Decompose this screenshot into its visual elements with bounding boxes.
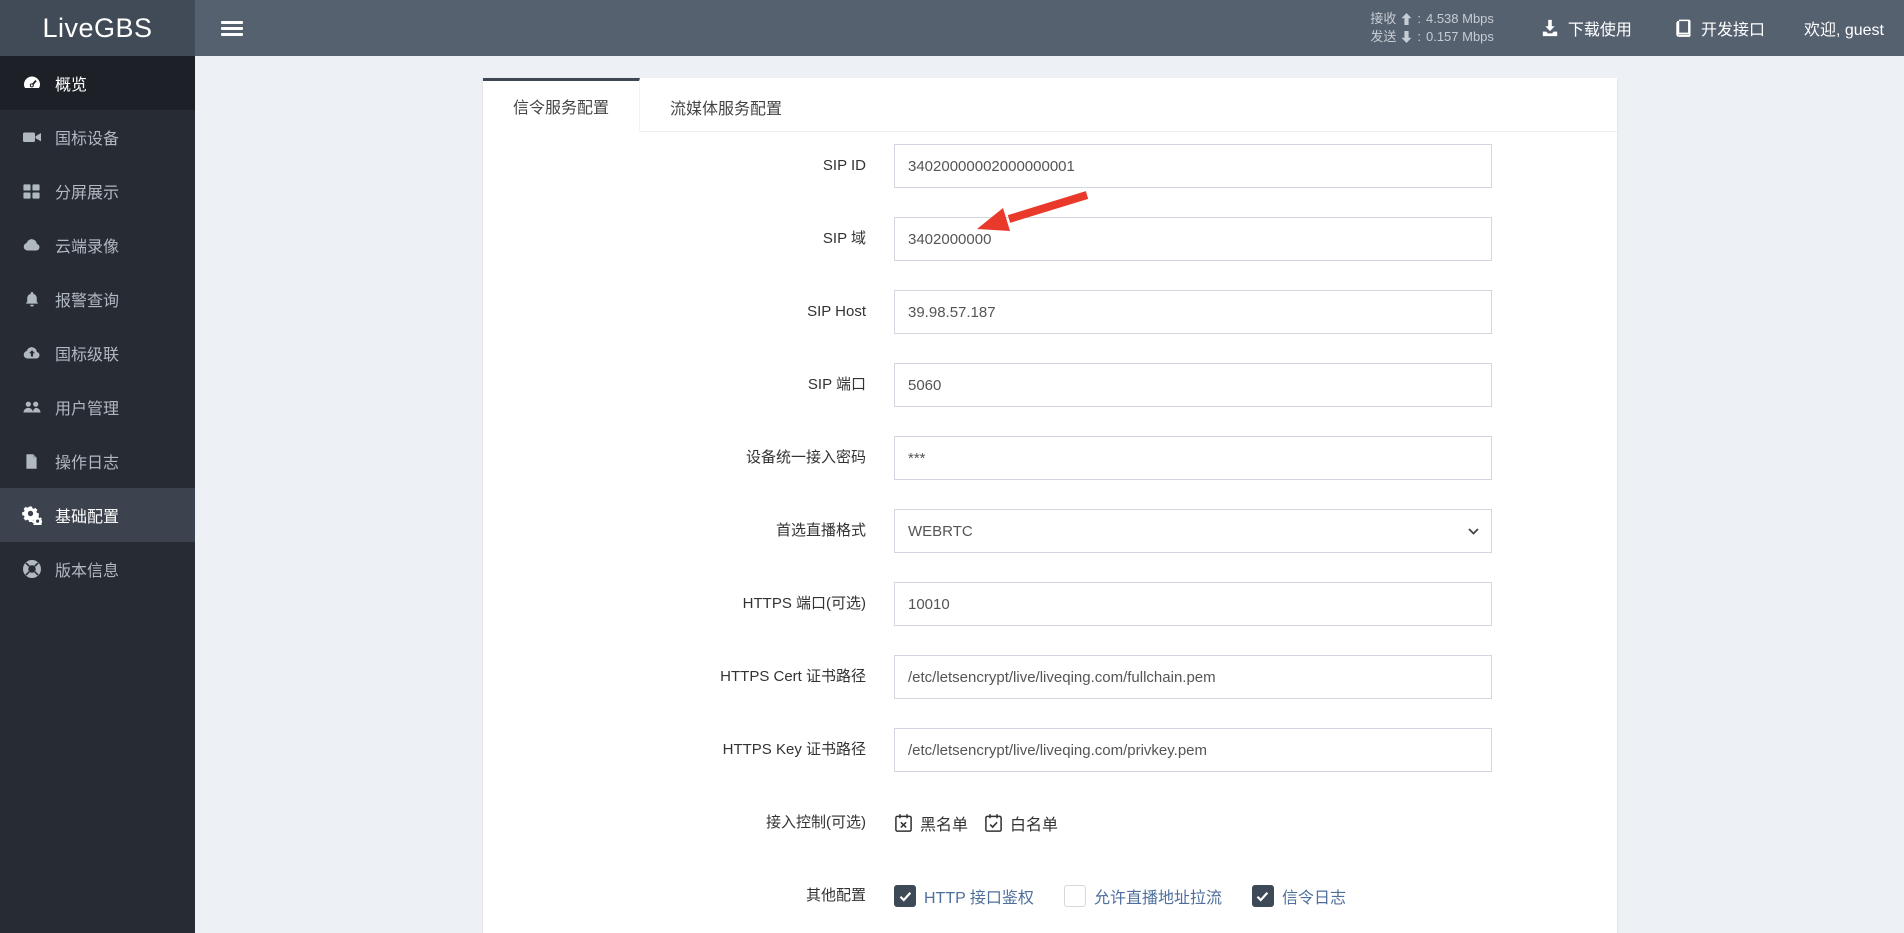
cloud-icon (21, 235, 42, 256)
sip-host-label: SIP Host (807, 303, 866, 320)
sidebar-item-version-info[interactable]: 版本信息 (0, 542, 195, 596)
bell-icon (21, 289, 42, 310)
api-docs-link[interactable]: 开发接口 (1653, 0, 1786, 56)
allow-pull-checkbox[interactable] (1063, 885, 1086, 907)
book-icon (1676, 19, 1691, 37)
bandwidth-stats: 接收 : 4.538 Mbps 发送 : 0.157 Mbps (1370, 11, 1494, 44)
signaling-log-checkbox[interactable] (1251, 885, 1274, 907)
sidebar-item-user-management[interactable]: 用户管理 (0, 380, 195, 434)
https-cert-label: HTTPS Cert 证书路径 (720, 668, 866, 685)
cloud-upload-icon (21, 343, 42, 364)
check-icon (1257, 891, 1269, 902)
calendar-times-icon (895, 814, 912, 832)
arrow-down-icon (1401, 31, 1412, 43)
tab-streaming-config[interactable]: 流媒体服务配置 (640, 78, 812, 132)
recv-label: 接收 (1370, 11, 1397, 26)
https-port-input[interactable] (894, 582, 1492, 626)
device-password-input[interactable] (894, 436, 1492, 480)
sidebar-item-cloud-recording[interactable]: 云端录像 (0, 218, 195, 272)
sip-host-input[interactable] (894, 290, 1492, 334)
https-key-label: HTTPS Key 证书路径 (722, 741, 866, 758)
signaling-log-checkbox-group[interactable]: 信令日志 (1251, 884, 1346, 908)
tab-bar: 信令服务配置 流媒体服务配置 (483, 78, 1617, 132)
dashboard-icon (21, 73, 42, 94)
tab-signaling-config[interactable]: 信令服务配置 (483, 78, 641, 132)
send-label: 发送 (1370, 29, 1397, 44)
http-auth-checkbox-group[interactable]: HTTP 接口鉴权 (894, 884, 1034, 908)
http-auth-checkbox[interactable] (894, 885, 916, 907)
send-value: 0.157 Mbps (1425, 29, 1494, 44)
sidebar-nav: 概览 国标设备 分屏展示 云端录像 报警查询 国标级联 用户管理 操作日志 基础… (0, 56, 195, 933)
download-icon (1542, 19, 1558, 37)
sip-domain-input[interactable] (894, 217, 1492, 261)
sidebar-item-basic-config[interactable]: 基础配置 (0, 488, 195, 542)
preferred-format-select[interactable]: WEBRTC (894, 509, 1492, 553)
preferred-format-label: 首选直播格式 (775, 522, 866, 539)
life-ring-icon (21, 559, 42, 580)
hamburger-icon (221, 18, 243, 39)
recv-value: 4.538 Mbps (1425, 11, 1494, 26)
sidebar-item-split-screen[interactable]: 分屏展示 (0, 164, 195, 218)
whitelist-link[interactable]: 白名单 (984, 811, 1058, 835)
user-menu[interactable]: 欢迎, guest (1786, 16, 1898, 40)
access-control-label: 接入控制(可选) (766, 814, 866, 831)
sidebar-item-operation-log[interactable]: 操作日志 (0, 434, 195, 488)
app-logo[interactable]: LiveGBS (0, 0, 195, 56)
blacklist-link[interactable]: 黑名单 (894, 811, 968, 835)
other-config-label: 其他配置 (805, 887, 866, 904)
arrow-up-icon (1401, 13, 1412, 25)
config-card: 信令服务配置 流媒体服务配置 SIP ID SIP 域 SIP Host (483, 78, 1617, 933)
check-icon (899, 891, 911, 902)
gears-icon (21, 505, 42, 526)
file-icon (21, 451, 42, 472)
chevron-down-icon (1468, 528, 1479, 535)
https-port-label: HTTPS 端口(可选) (742, 595, 866, 612)
device-password-label: 设备统一接入密码 (745, 449, 866, 466)
top-navbar: LiveGBS 接收 : 4.538 Mbps 发送 : 0.157 Mbps … (0, 0, 1904, 56)
sip-id-label: SIP ID (822, 157, 866, 174)
main-content: 信令服务配置 流媒体服务配置 SIP ID SIP 域 SIP Host (195, 56, 1904, 933)
sip-id-input[interactable] (894, 144, 1492, 188)
sidebar-item-overview[interactable]: 概览 (0, 56, 195, 110)
users-icon (21, 397, 42, 418)
sidebar-item-gb-devices[interactable]: 国标设备 (0, 110, 195, 164)
sip-domain-label: SIP 域 (822, 230, 866, 247)
video-camera-icon (21, 127, 42, 148)
sidebar-toggle-button[interactable] (210, 0, 254, 56)
https-key-input[interactable] (894, 728, 1492, 772)
signaling-config-form: SIP ID SIP 域 SIP Host SIP 端口 (483, 132, 1617, 918)
sip-port-input[interactable] (894, 363, 1492, 407)
grid-icon (21, 181, 42, 202)
download-link[interactable]: 下载使用 (1520, 0, 1653, 56)
sidebar-item-gb-cascade[interactable]: 国标级联 (0, 326, 195, 380)
sidebar-item-alarm-query[interactable]: 报警查询 (0, 272, 195, 326)
calendar-check-icon (985, 814, 1002, 832)
https-cert-input[interactable] (894, 655, 1492, 699)
sip-port-label: SIP 端口 (807, 376, 866, 393)
allow-pull-checkbox-group[interactable]: 允许直播地址拉流 (1063, 884, 1222, 908)
